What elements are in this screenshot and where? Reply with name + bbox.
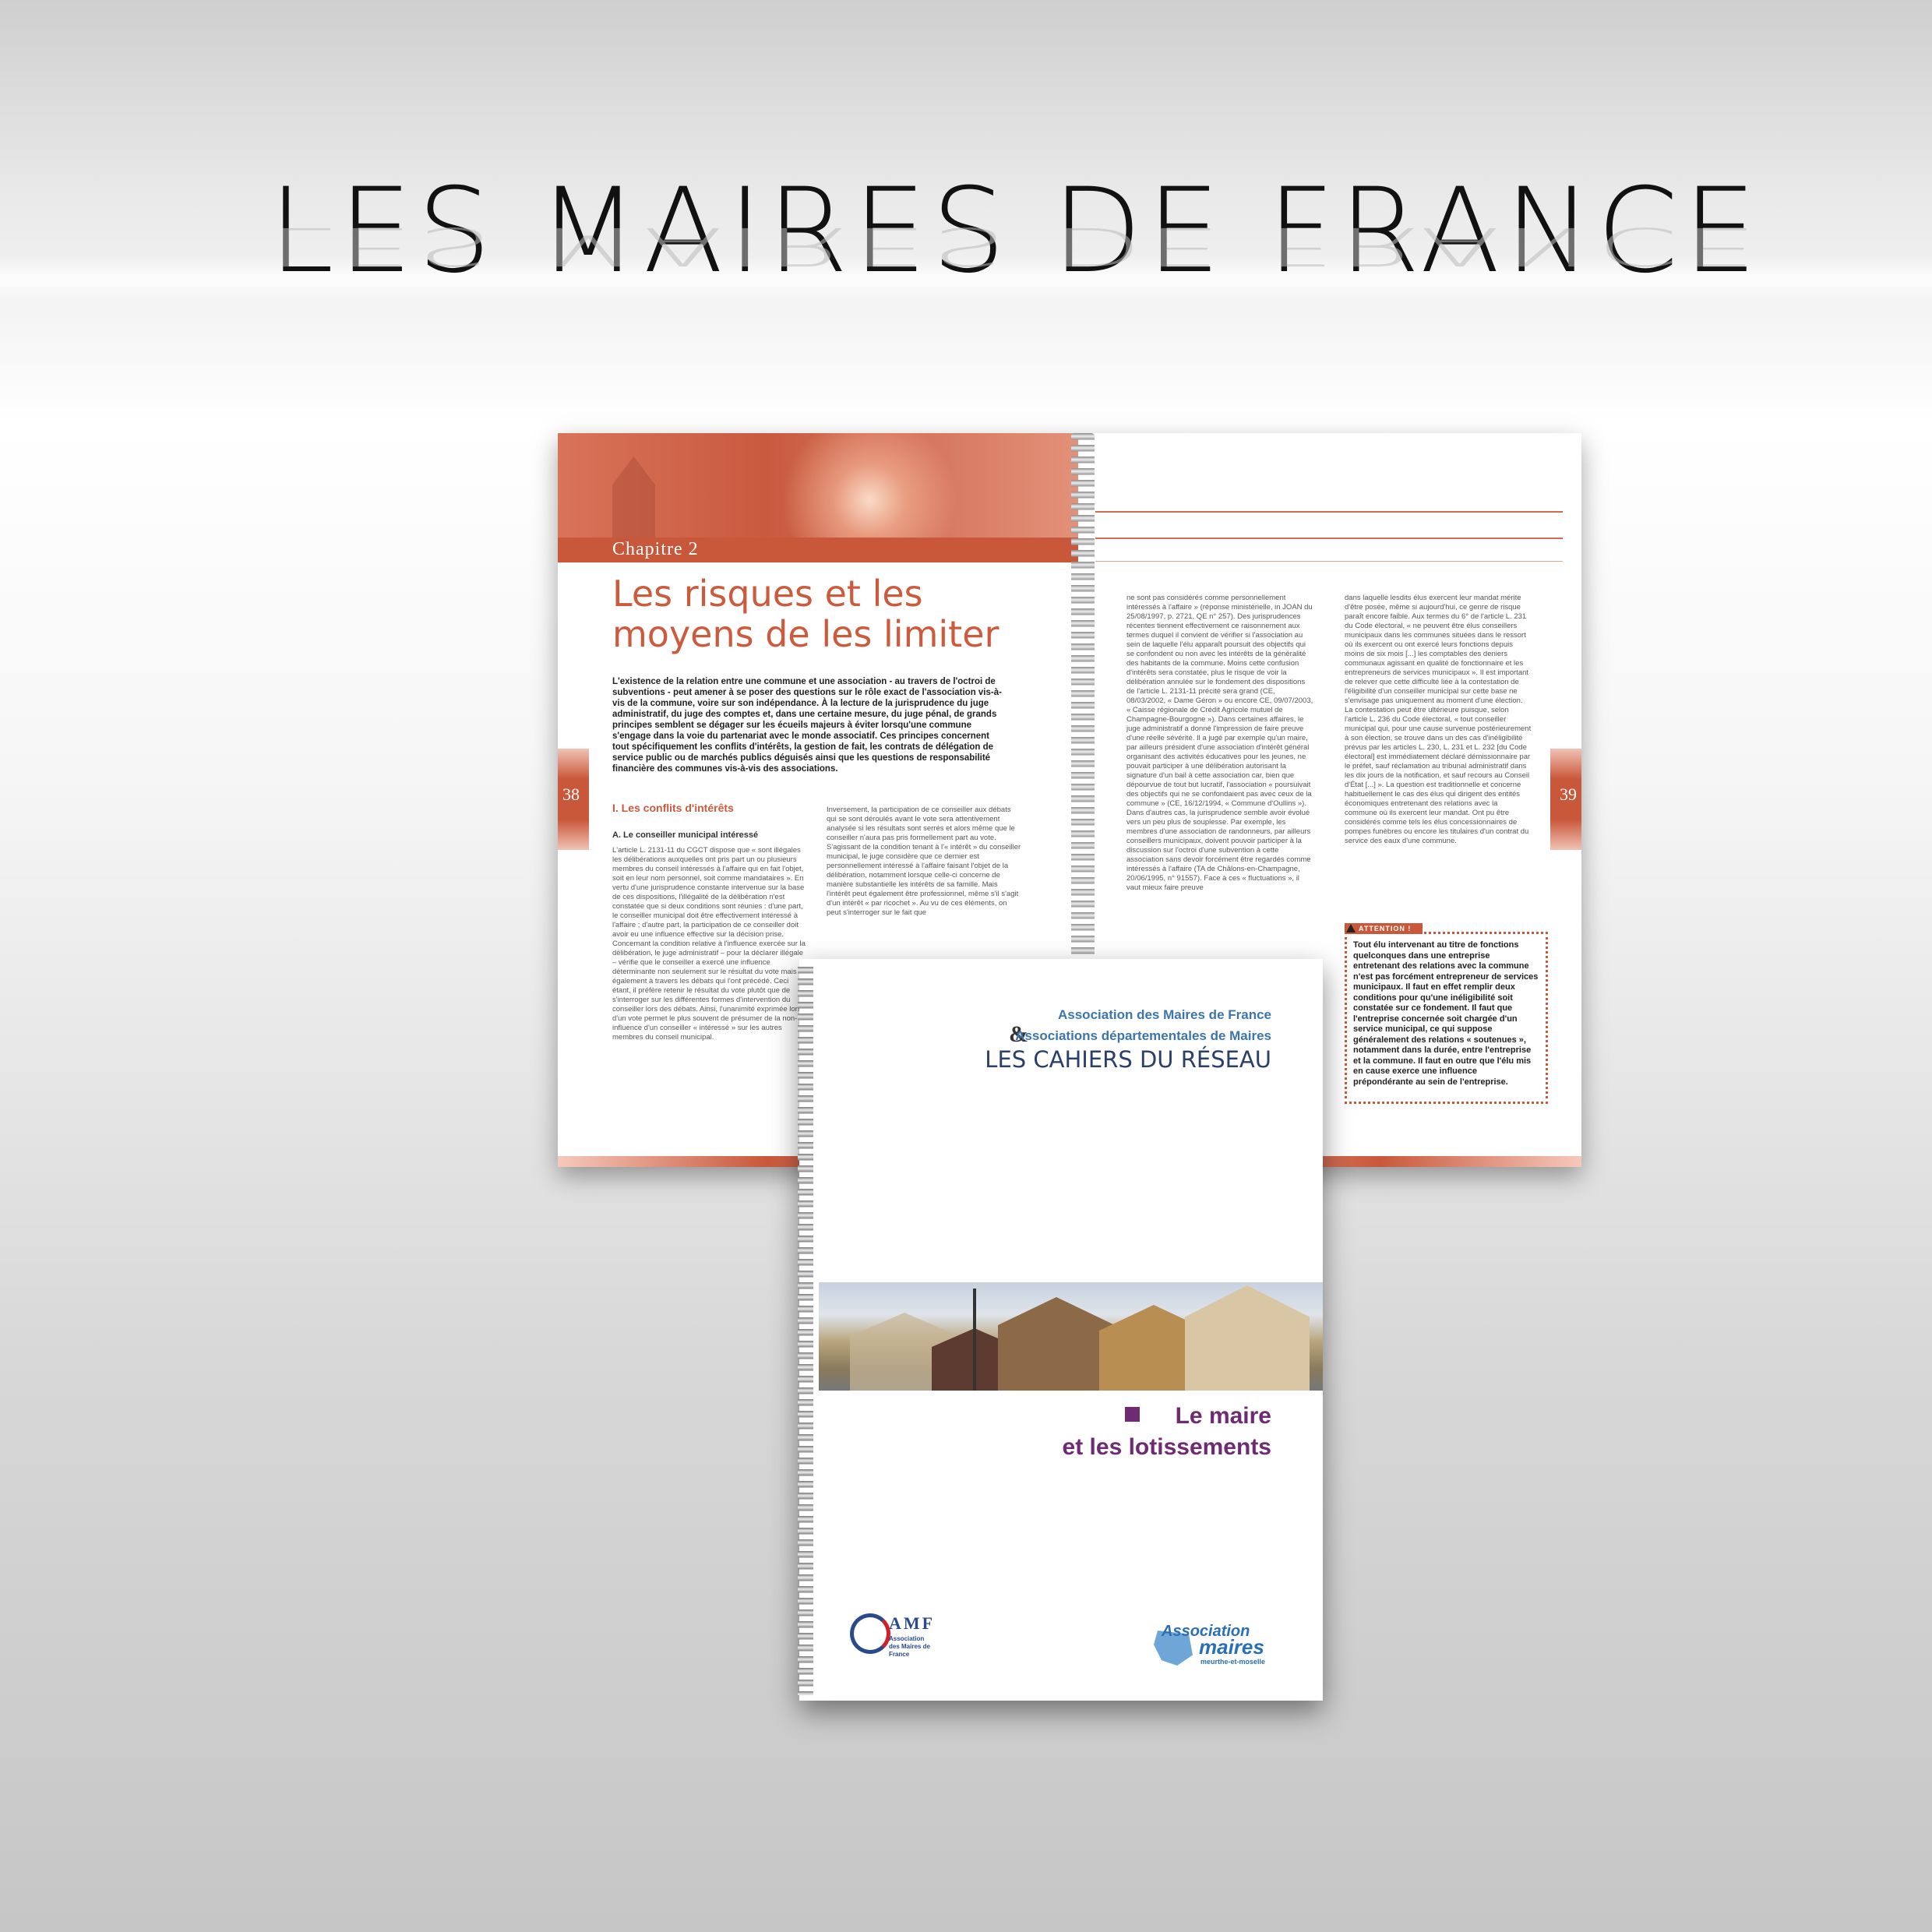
header-rule bbox=[1095, 538, 1563, 539]
mm-logo-department: meurthe-et-moselle bbox=[1200, 1658, 1266, 1666]
amf-logo: AMF Association des Maires de France bbox=[850, 1613, 951, 1660]
amf-sub-line-1: Association bbox=[889, 1635, 925, 1642]
page-number-right: 39 bbox=[1560, 784, 1577, 804]
brochure-cover: & Association des Maires de France Assoc… bbox=[798, 959, 1323, 1701]
meurthe-et-moselle-logo: Association maires meurthe-et-moselle bbox=[1154, 1623, 1278, 1669]
house-image bbox=[1185, 1285, 1310, 1391]
headline-reflection: LES MAIRES DE FRANCE bbox=[269, 215, 1762, 277]
chapter-bar: Chapitre 2 bbox=[558, 538, 1078, 562]
cover-spiral-binding bbox=[798, 967, 813, 1695]
chapter-label: Chapitre 2 bbox=[612, 539, 699, 559]
street-lamp-image bbox=[973, 1289, 976, 1391]
page-number-left: 38 bbox=[562, 784, 580, 804]
chapter-intro: L'existence de la relation entre une com… bbox=[612, 677, 1002, 774]
amf-sub-line-2: des Maires de France bbox=[889, 1643, 930, 1658]
page-number-tab-right: 39 bbox=[1550, 749, 1581, 850]
header-rule bbox=[1095, 561, 1563, 562]
amf-logo-subtitle: Association des Maires de France bbox=[889, 1635, 951, 1659]
attention-box: ATTENTION ! Tout élu intervenant au titr… bbox=[1345, 923, 1548, 1104]
body-column-4: dans laquelle lesdits élus exercent leur… bbox=[1345, 594, 1532, 845]
cover-subject-line-2: et les lotissements bbox=[1062, 1434, 1271, 1460]
mm-logo-maires: maires bbox=[1199, 1635, 1264, 1659]
chapter-banner-photo bbox=[558, 433, 1078, 538]
association-line-2: Associations départementales de Maires bbox=[1015, 1028, 1271, 1043]
amf-logo-letters: AMF bbox=[889, 1613, 936, 1633]
fireworks-image bbox=[745, 433, 994, 538]
body-column-1: L'article L. 2131-11 du CGCT dispose que… bbox=[612, 846, 806, 1042]
body-column-2: Inversement, la participation de ce cons… bbox=[827, 806, 1021, 917]
series-title: LES CAHIERS DU RÉSEAU bbox=[985, 1046, 1271, 1073]
page-number-tab-left: 38 bbox=[558, 749, 589, 850]
warning-icon bbox=[1346, 924, 1356, 933]
association-line-1: Association des Maires de France bbox=[1058, 1007, 1271, 1022]
cover-subject-line-1: Le maire bbox=[1175, 1403, 1271, 1429]
subsection-title: A. Le conseiller municipal intéressé bbox=[612, 830, 759, 840]
church-tower-image bbox=[612, 457, 655, 538]
section-title: I. Les conflits d'intérêts bbox=[612, 802, 734, 814]
subject-square-icon bbox=[1125, 1407, 1140, 1422]
body-column-3: ne sont pas considérés comme personnelle… bbox=[1126, 594, 1313, 892]
attention-header: ATTENTION ! bbox=[1345, 923, 1423, 934]
attention-text: Tout élu intervenant au titre de fonctio… bbox=[1353, 940, 1539, 1087]
houses-photo bbox=[819, 1282, 1323, 1391]
header-rule bbox=[1095, 511, 1563, 513]
chapter-title: Les risques et les moyens de les limiter bbox=[612, 573, 999, 655]
amf-emblem-icon bbox=[850, 1613, 890, 1654]
attention-label: ATTENTION ! bbox=[1359, 925, 1412, 933]
house-image bbox=[998, 1297, 1115, 1391]
